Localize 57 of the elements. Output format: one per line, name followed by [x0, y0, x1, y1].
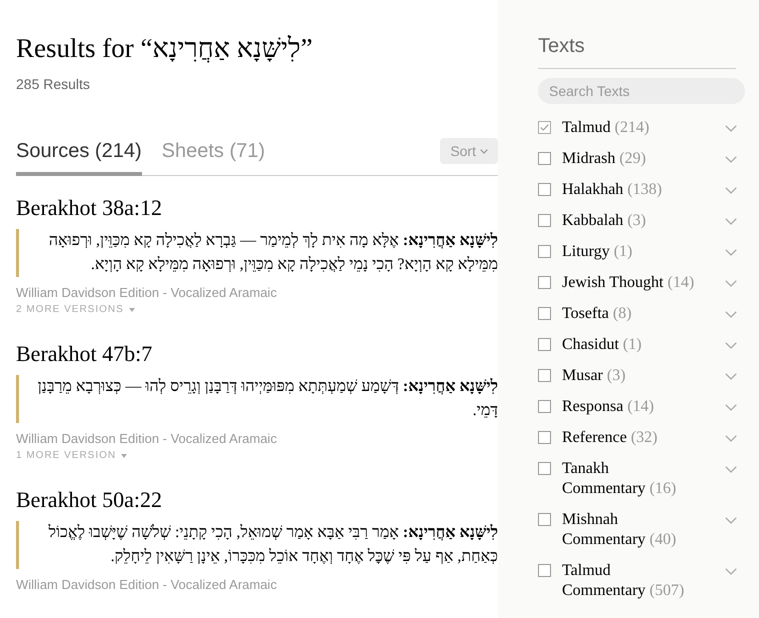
chevron-down-icon	[480, 148, 488, 154]
chevron-down-icon[interactable]	[725, 187, 737, 194]
filter-label[interactable]: Kabbalah (3)	[562, 211, 696, 231]
checkbox[interactable]	[538, 462, 551, 475]
search-field[interactable]: Search Texts	[538, 78, 745, 104]
filter-label[interactable]: Chasidut (1)	[562, 335, 696, 355]
chevron-down-icon[interactable]	[725, 517, 737, 524]
chevron-down-icon[interactable]	[725, 435, 737, 442]
caret-icon	[121, 454, 128, 458]
check-icon	[540, 124, 549, 131]
chevron-down-icon[interactable]	[725, 568, 737, 575]
chevron-down-icon[interactable]	[725, 156, 737, 163]
checkbox[interactable]	[538, 183, 551, 196]
filter-label[interactable]: Talmud Commentary (507)	[562, 561, 696, 601]
filter-label[interactable]: Mishnah Commentary (40)	[562, 510, 696, 550]
result-title[interactable]: Berakhot 47b:7	[16, 340, 498, 367]
chevron-down-icon[interactable]	[725, 125, 737, 132]
filter-label[interactable]: Midrash (29)	[562, 149, 696, 169]
results-title: Results for “לִישָּׁנָא אַחֲרִינָא”	[16, 32, 314, 65]
chevron-down-icon[interactable]	[725, 373, 737, 380]
result-title[interactable]: Berakhot 38a:12	[16, 194, 498, 221]
chevron-down-icon[interactable]	[725, 342, 737, 349]
filter-label[interactable]: Talmud (214)	[562, 118, 696, 138]
filter-label[interactable]: Musar (3)	[562, 366, 696, 386]
filter-label[interactable]: Responsa (14)	[562, 397, 696, 417]
filter-label[interactable]: Jewish Thought (14)	[562, 273, 696, 293]
result-title[interactable]: Berakhot 50a:22	[16, 486, 498, 513]
chevron-down-icon[interactable]	[725, 404, 737, 411]
edition-label: William Davidson Edition - Vocalized Aramaic	[16, 431, 278, 446]
filter-label[interactable]: Tosefta (8)	[562, 304, 696, 324]
checkbox[interactable]	[538, 307, 551, 320]
checkbox[interactable]	[538, 152, 551, 165]
results-count: 285 Results	[16, 76, 91, 92]
filter-label[interactable]: Reference (32)	[562, 428, 696, 448]
filter-label[interactable]: Halakhah (138)	[562, 180, 696, 200]
checkbox[interactable]	[538, 513, 551, 526]
checkbox[interactable]	[538, 400, 551, 413]
caret-icon	[128, 308, 135, 312]
filter-label[interactable]: Liturgy (1)	[562, 242, 696, 262]
checkbox[interactable]	[538, 276, 551, 289]
checkbox[interactable]	[538, 245, 551, 258]
chevron-down-icon[interactable]	[725, 311, 737, 318]
chevron-down-icon[interactable]	[725, 466, 737, 473]
tab[interactable]: Sources (214)	[16, 140, 142, 176]
edition-label: William Davidson Edition - Vocalized Aramaic	[16, 285, 278, 300]
edition-label: William Davidson Edition - Vocalized Aramaic	[16, 577, 278, 592]
checkbox[interactable]	[538, 121, 551, 134]
checkbox[interactable]	[538, 431, 551, 444]
checkbox[interactable]	[538, 338, 551, 351]
checkbox[interactable]	[538, 214, 551, 227]
sidebar-title: Texts	[538, 34, 736, 69]
chevron-down-icon[interactable]	[725, 280, 737, 287]
chevron-down-icon[interactable]	[725, 218, 737, 225]
checkbox[interactable]	[538, 564, 551, 577]
filter-label[interactable]: Tanakh Commentary (16)	[562, 459, 696, 499]
checkbox[interactable]	[538, 369, 551, 382]
chevron-down-icon[interactable]	[725, 249, 737, 256]
